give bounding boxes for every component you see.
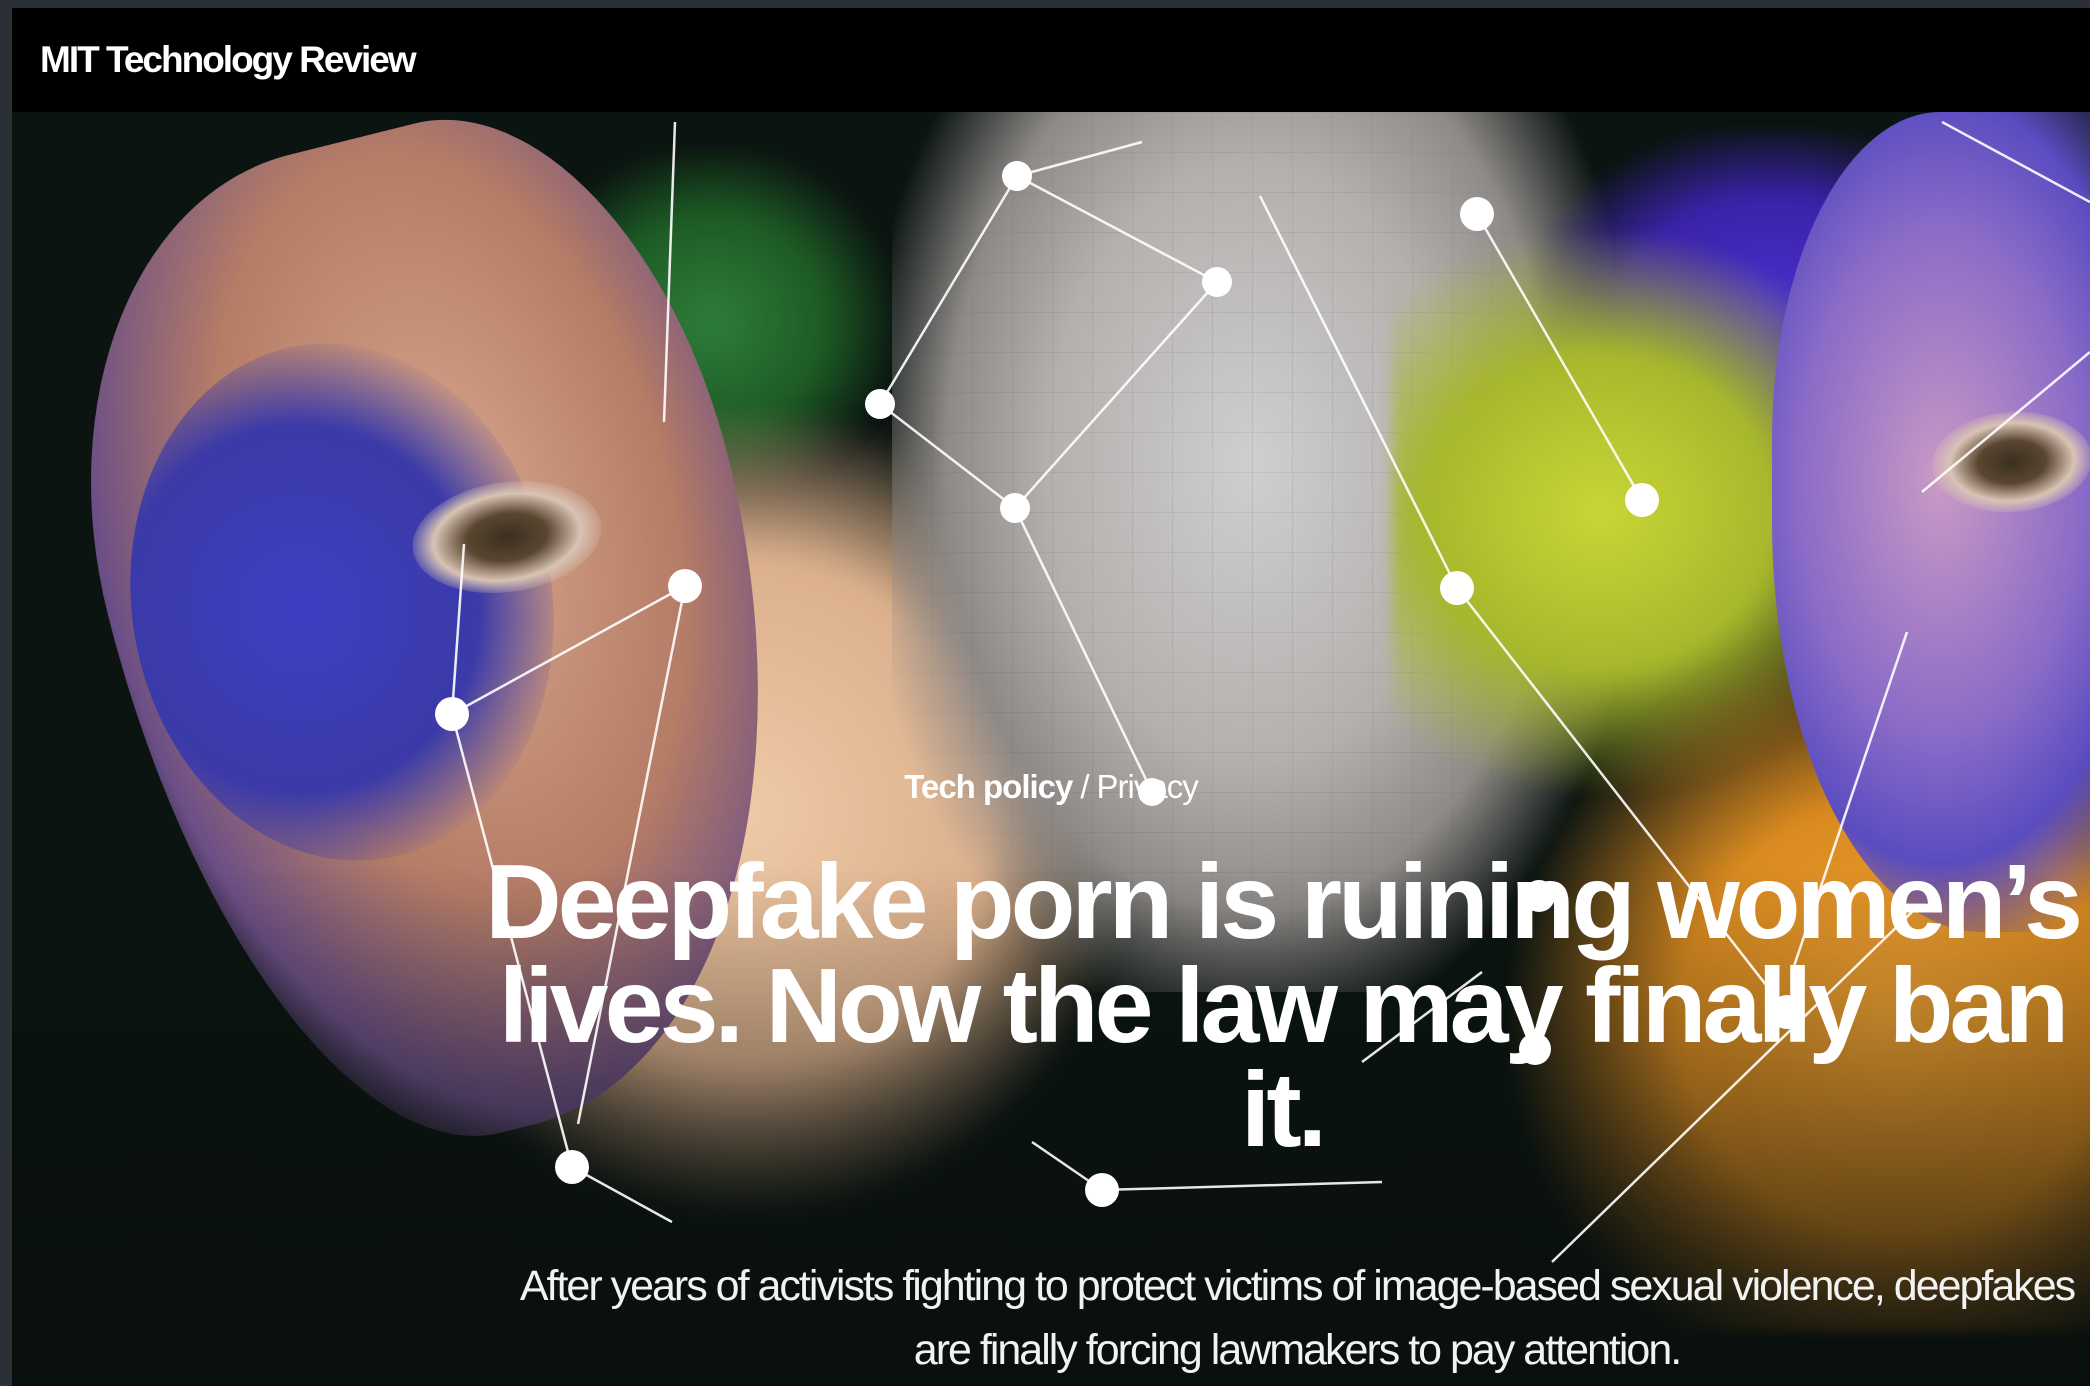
article-headline[interactable]: Deepfake porn is ruining women’s lives. … [472, 849, 2090, 1163]
category-privacy-link[interactable]: Privacy [1097, 768, 1199, 805]
category-breadcrumb: Tech policy / Privacy [12, 768, 2090, 806]
face-landmark-graph [435, 120, 2090, 1263]
category-tech-policy-link[interactable]: Tech policy [904, 768, 1073, 805]
article-dek: After years of activists fighting to pro… [519, 1262, 2076, 1374]
site-logo[interactable]: MIT Technology Review [40, 39, 417, 81]
hero-image: Tech policy / Privacy Deepfake porn is rui… [12, 112, 2090, 1386]
page-frame: MIT Technology Review Tech policy / Priv… [12, 8, 2090, 1386]
category-separator: / [1080, 768, 1089, 805]
site-header: MIT Technology Review [12, 8, 2090, 112]
